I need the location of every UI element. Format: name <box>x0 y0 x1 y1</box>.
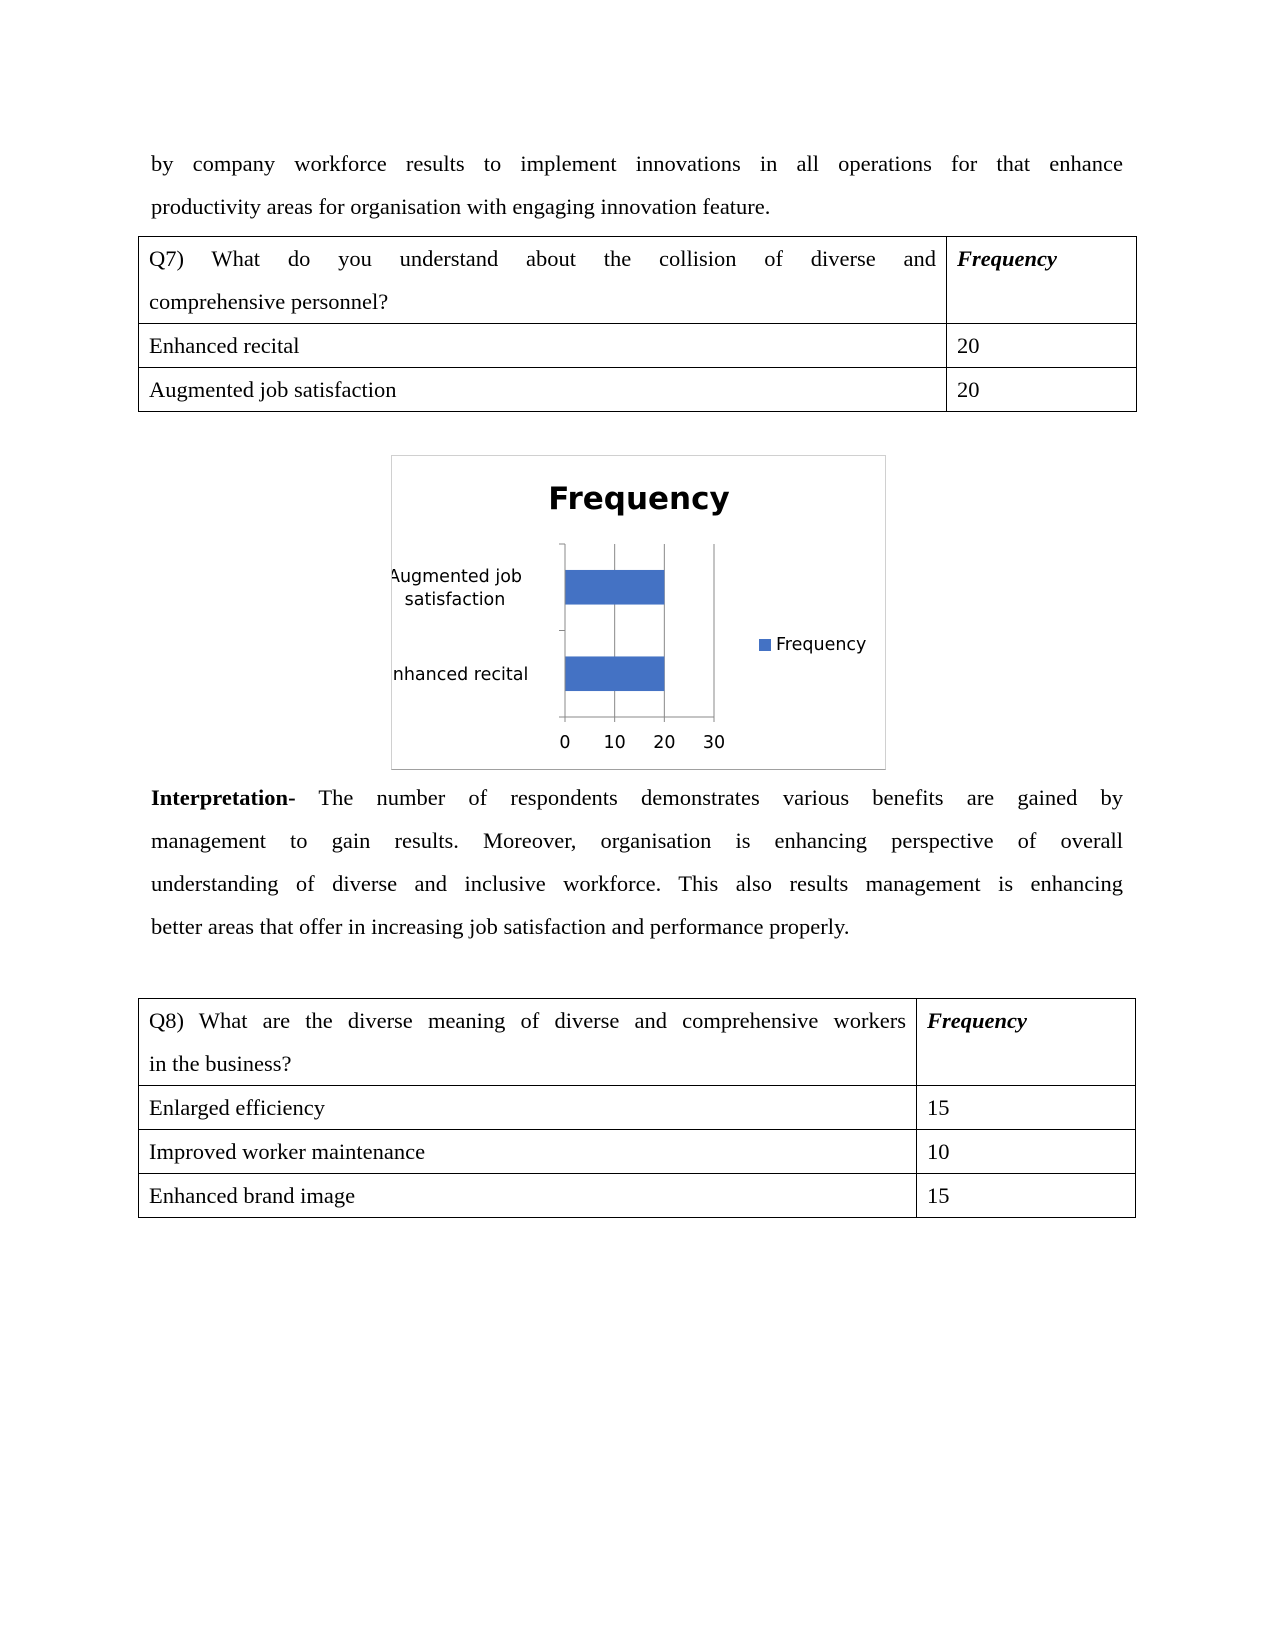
paragraph-line: management to gain results. Moreover, or… <box>151 828 1123 853</box>
frequency-value-cell: 20 <box>946 323 1137 368</box>
frequency-header-cell: Frequency <box>916 998 1136 1086</box>
chart-canvas: Frequency Enhanced recital Augmented job s… <box>392 481 866 753</box>
table-header-row: Q7) What do you understand about the col… <box>138 236 1137 324</box>
table-row: Enhanced recital 20 <box>138 323 1137 368</box>
paragraph-line: Interpretation- The number of respondent… <box>151 776 1123 819</box>
category-label: Enhanced recital <box>392 665 528 685</box>
q7-frequency-table: Q7) What do you understand about the col… <box>138 236 1137 412</box>
paragraph-line: productivity areas for organisation with… <box>151 194 771 219</box>
paragraph-line: understanding of diverse and inclusive w… <box>151 871 1123 896</box>
interpretation-text: The number of respondents demonstrates v… <box>318 785 1123 810</box>
q7-question-cell: Q7) What do you understand about the col… <box>138 236 947 324</box>
option-label-cell: Augmented job satisfaction <box>138 367 947 412</box>
table-row: Enhanced brand image 15 <box>138 1173 1136 1218</box>
frequency-header-cell: Frequency <box>946 236 1137 324</box>
question-line: in the business? <box>149 1051 292 1076</box>
frequency-bar-chart: Frequency Enhanced recital Augmented job s… <box>391 455 886 770</box>
frequency-value-cell: 15 <box>916 1173 1136 1218</box>
category-labels: Enhanced recital Augmented job satisfactio… <box>392 567 528 685</box>
x-tick-label: 30 <box>703 733 725 753</box>
legend-swatch <box>759 639 771 651</box>
option-label-cell: Enhanced recital <box>138 323 947 368</box>
interpretation-paragraph: Interpretation- The number of respondent… <box>151 776 1123 948</box>
chart-title: Frequency <box>548 481 729 517</box>
frequency-value-cell: 15 <box>916 1085 1136 1130</box>
bar <box>565 569 665 605</box>
table-row: Enlarged efficiency 15 <box>138 1085 1136 1130</box>
option-label-cell: Enlarged efficiency <box>138 1085 917 1130</box>
option-label-cell: Enhanced brand image <box>138 1173 917 1218</box>
frequency-value-cell: 20 <box>946 367 1137 412</box>
paragraph-line: by company workforce results to implemen… <box>151 151 1123 176</box>
q8-frequency-table: Q8) What are the diverse meaning of dive… <box>138 998 1136 1218</box>
question-line: comprehensive personnel? <box>149 289 389 314</box>
question-line: Q8) What are the diverse meaning of dive… <box>149 1008 906 1033</box>
category-label: satisfaction <box>405 590 506 610</box>
x-tick-label: 20 <box>653 733 675 753</box>
x-tick-label: 0 <box>559 733 570 753</box>
x-tick-label: 10 <box>604 733 626 753</box>
chart-legend: Frequency <box>759 635 866 655</box>
legend-label: Frequency <box>776 635 866 655</box>
option-label-cell: Improved worker maintenance <box>138 1129 917 1174</box>
category-label: Augmented job <box>392 567 522 587</box>
intro-paragraph: by company workforce results to implemen… <box>151 142 1123 228</box>
question-line: Q7) What do you understand about the col… <box>149 246 936 271</box>
interpretation-label: Interpretation- <box>151 785 296 810</box>
table-header-row: Q8) What are the diverse meaning of dive… <box>138 998 1136 1086</box>
table-row: Improved worker maintenance 10 <box>138 1129 1136 1174</box>
frequency-value-cell: 10 <box>916 1129 1136 1174</box>
q8-question-cell: Q8) What are the diverse meaning of dive… <box>138 998 917 1086</box>
bar <box>565 656 665 692</box>
paragraph-line: better areas that offer in increasing jo… <box>151 914 850 939</box>
x-tick-labels: 0 10 20 30 <box>559 733 725 753</box>
table-row: Augmented job satisfaction 20 <box>138 367 1137 412</box>
